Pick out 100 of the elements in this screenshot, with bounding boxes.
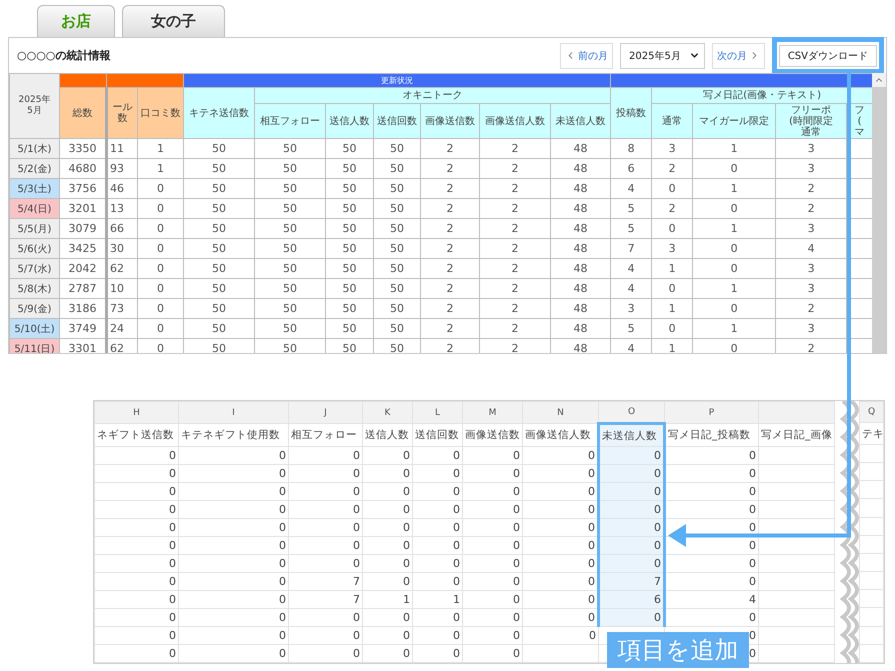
table-cell: 4 — [610, 278, 652, 298]
group-header: 写メ日記(画像・テキスト) — [652, 88, 872, 104]
sheet-cell: 0 — [178, 446, 288, 464]
sheet-cell: 0 — [664, 482, 758, 500]
table-cell: 5 — [610, 198, 652, 218]
sheet-cell: 0 — [598, 446, 664, 464]
table-cell: 50 — [184, 318, 254, 338]
next-month-button[interactable]: 次の月 — [712, 42, 765, 68]
table-cell: 48 — [550, 278, 611, 298]
sheet-cell: 0 — [664, 608, 758, 626]
tab[interactable]: 女の子 — [122, 5, 225, 37]
column-header: 未送信人数 — [550, 104, 611, 138]
table-cell: 0 — [652, 218, 693, 238]
sheet-cell: 0 — [288, 500, 362, 518]
sheet-cell: 0 — [462, 518, 522, 536]
table-cell: 0 — [138, 318, 184, 338]
table-cell: 1 — [692, 278, 776, 298]
table-cell: 48 — [550, 298, 611, 318]
table-cell: 30 — [106, 238, 138, 258]
sheet-cell: 0 — [412, 572, 462, 590]
table-cell: 50 — [254, 238, 326, 258]
sheet-cell: 0 — [522, 626, 598, 644]
sheet-cell: 6 — [598, 590, 664, 608]
sheet-cell: 0 — [664, 572, 758, 590]
sheet-cell: 0 — [94, 608, 178, 626]
sheet-cell: 0 — [522, 536, 598, 554]
table-cell: 1 — [138, 158, 184, 178]
sheet-cell: 0 — [94, 554, 178, 572]
table-cell: 48 — [550, 198, 611, 218]
table-cell: 50 — [374, 278, 420, 298]
sheet-cell: 0 — [412, 626, 462, 644]
table-cell: 4 — [776, 238, 847, 258]
table-cell: 93 — [106, 158, 138, 178]
table-cell: 50 — [184, 158, 254, 178]
column-header: 通常 — [652, 104, 693, 138]
table-cell: 50 — [326, 318, 374, 338]
sheet-cell: 0 — [462, 482, 522, 500]
column-header: 送信回数 — [374, 104, 420, 138]
date-cell: 5/9(金) — [10, 298, 60, 318]
table-cell: 7 — [610, 238, 652, 258]
sheet-cell: 0 — [94, 518, 178, 536]
date-cell: 5/1(木) — [10, 138, 60, 158]
table-cell: 50 — [374, 178, 420, 198]
table-cell: 50 — [326, 158, 374, 178]
table-cell: 2 — [480, 298, 550, 318]
table-cell: 50 — [254, 178, 326, 198]
table-cell: 0 — [652, 178, 693, 198]
table-cell: 24 — [106, 318, 138, 338]
table-cell: 62 — [106, 338, 138, 353]
table-cell: 50 — [254, 158, 326, 178]
date-cell: 5/11(日) — [10, 338, 60, 353]
column-header: キテネ送信数 — [184, 88, 254, 138]
csv-download-button[interactable]: CSVダウンロード — [778, 45, 877, 67]
sheet-cell: 0 — [288, 482, 362, 500]
scrollbar[interactable] — [872, 73, 886, 353]
table-cell: 48 — [550, 318, 611, 338]
table-cell: 62 — [106, 258, 138, 278]
table-cell: 2 — [652, 158, 693, 178]
table-cell: 50 — [326, 238, 374, 258]
table-cell: 0 — [138, 218, 184, 238]
table-cell: 5 — [610, 218, 652, 238]
column-header: 未送信人数 — [598, 424, 664, 446]
sheet-cell: 0 — [522, 608, 598, 626]
column-header: 画像送信人数 — [522, 424, 598, 446]
column-header: テキ — [860, 422, 884, 444]
sheet-cell: 0 — [94, 500, 178, 518]
date-cell: 5/4(日) — [10, 198, 60, 218]
sheet-cell: 0 — [598, 518, 664, 536]
sheet-cell: 0 — [522, 464, 598, 482]
table-cell: 1 — [652, 258, 693, 278]
column-letter: H — [94, 402, 178, 424]
sheet-cell: 0 — [412, 608, 462, 626]
table-cell: 50 — [184, 278, 254, 298]
table-cell: 50 — [326, 278, 374, 298]
table-cell: 1 — [692, 318, 776, 338]
column-header: 相互フォロー — [288, 424, 362, 446]
sheet-cell: 0 — [522, 554, 598, 572]
table-cell: 0 — [138, 278, 184, 298]
date-cell: 5/2(金) — [10, 158, 60, 178]
table-cell: 2 — [420, 138, 480, 158]
sheet-cell: 0 — [178, 626, 288, 644]
sheet-cell: 0 — [94, 464, 178, 482]
sheet-cell: 0 — [94, 572, 178, 590]
sheet-cell: 0 — [94, 536, 178, 554]
sheet-cell: 0 — [462, 608, 522, 626]
sheet-cell: 0 — [412, 464, 462, 482]
previous-month-button[interactable]: 前の月 — [560, 42, 614, 68]
table-cell: 3 — [776, 158, 847, 178]
sheet-cell: 0 — [288, 554, 362, 572]
table-cell: 2 — [776, 198, 847, 218]
sheet-cell: 0 — [288, 536, 362, 554]
table-cell: 3 — [776, 278, 847, 298]
sheet-cell: 0 — [362, 518, 412, 536]
month-select[interactable]: 2025年5月 — [620, 42, 705, 68]
table-cell: 50 — [326, 298, 374, 318]
table-cell: 48 — [550, 258, 611, 278]
table-cell: 0 — [692, 158, 776, 178]
column-letter: P — [664, 402, 758, 424]
date-cell: 5/6(火) — [10, 238, 60, 258]
sheet-cell: 0 — [178, 500, 288, 518]
